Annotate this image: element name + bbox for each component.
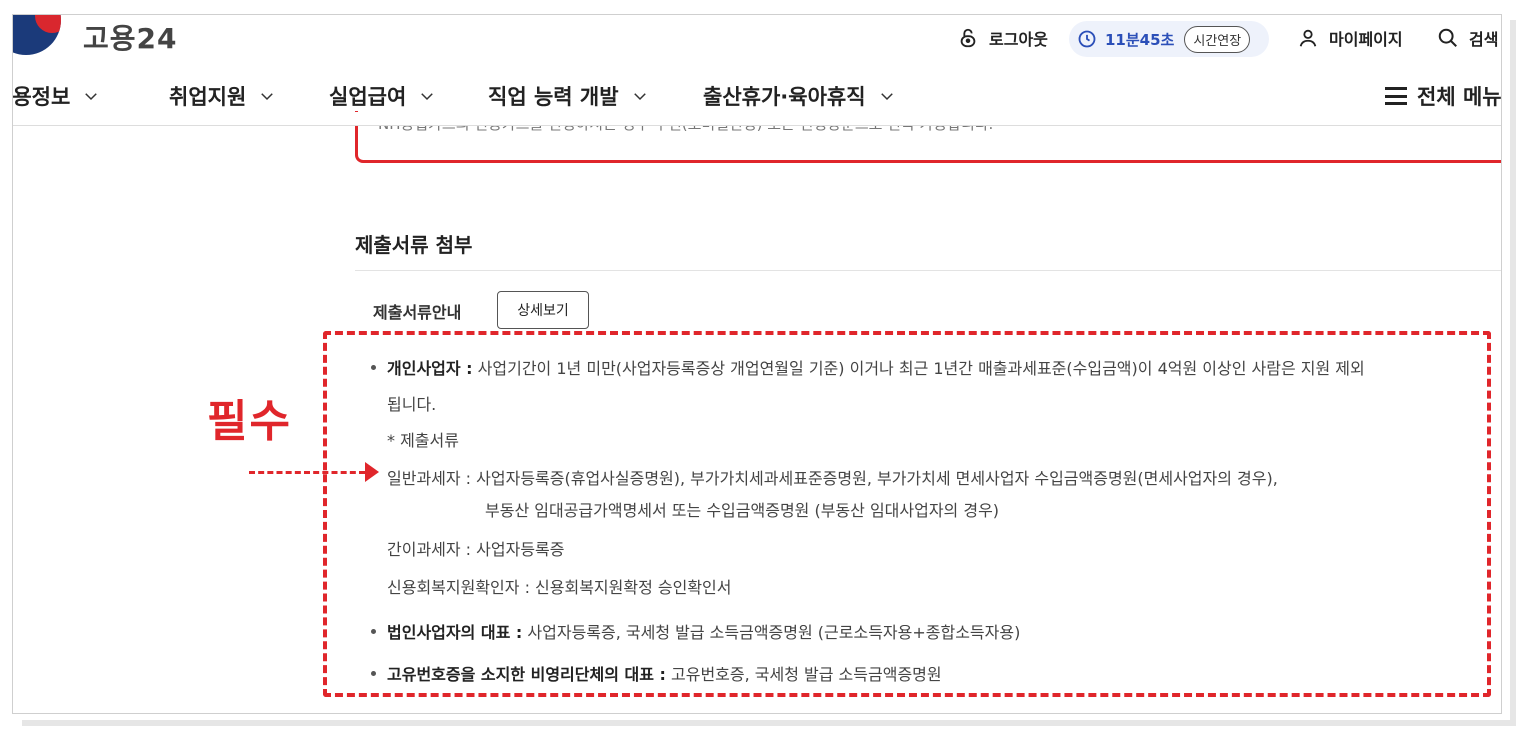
submit-docs-label: * 제출서류 (387, 431, 459, 450)
all-menu-button[interactable]: 전체 메뉴 (1385, 81, 1502, 111)
timer-value: 11분45초 (1105, 30, 1175, 49)
item-desc: 사업기간이 1년 미만(사업자등록증상 개업연월일 기준) 이거나 최근 1년간… (477, 359, 1365, 378)
nav-item-label: 채용정보 (12, 85, 71, 109)
view-details-button[interactable]: 상세보기 (497, 291, 589, 329)
nav-item-employment-support[interactable]: 취업지원 (169, 81, 276, 111)
nav-item-label: 출산휴가·육아휴직 (703, 85, 866, 109)
nav-item-parental-leave[interactable]: 출산휴가·육아휴직 (703, 81, 896, 111)
hamburger-icon (1385, 87, 1407, 105)
all-menu-label: 전체 메뉴 (1417, 85, 1502, 109)
browser-frame: 고용24 로그아웃 11분45초 시간연장 마이페이지 검색 채용정보 취업지원 (12, 14, 1502, 714)
bullet-icon (371, 671, 376, 676)
logo-icon[interactable] (13, 15, 61, 55)
bullet-icon (371, 365, 376, 370)
general-taxpayer-docs-cont: 부동산 임대공급가액명세서 또는 수입금액증명원 (부동산 임대사업자의 경우) (485, 501, 1000, 520)
list-item-continuation: 됩니다. (387, 395, 437, 414)
chevron-down-icon (880, 93, 893, 101)
list-item-corporate: 법인사업자의 대표 : 사업자등록증, 국세청 발급 소득금액증명원 (근로소득… (387, 619, 1020, 643)
list-item-individual: 개인사업자 : 사업기간이 1년 미만(사업자등록증상 개업연월일 기준) 이거… (387, 355, 1365, 379)
nav-item-jobs[interactable]: 채용정보 (12, 81, 100, 111)
general-taxpayer-docs: 일반과세자 : 사업자등록증(휴업사실증명원), 부가가치세과세표준증명원, 부… (387, 469, 1278, 488)
item-title: 고유번호증을 소지한 비영리단체의 대표 : (387, 665, 666, 684)
extend-session-button[interactable]: 시간연장 (1184, 25, 1251, 53)
nav-item-label: 직업 능력 개발 (488, 85, 619, 109)
logout-label: 로그아웃 (989, 30, 1048, 49)
nav-divider (13, 112, 1501, 126)
item-desc: 고유번호증, 국세청 발급 소득금액증명원 (671, 665, 942, 684)
list-item-nonprofit: 고유번호증을 소지한 비영리단체의 대표 : 고유번호증, 국세청 발급 소득금… (387, 661, 942, 685)
item-desc: 사업자등록증, 국세청 발급 소득금액증명원 (근로소득자용+종합소득자용) (527, 623, 1021, 642)
lock-icon (960, 28, 976, 48)
logo-text[interactable]: 고용24 (83, 17, 178, 57)
user-icon (1299, 29, 1317, 47)
arrow-right-icon (365, 462, 379, 482)
item-title: 법인사업자의 대표 : (387, 623, 523, 642)
nav-item-unemployment[interactable]: 실업급여 (329, 81, 436, 111)
mypage-link[interactable]: 마이페이지 (1297, 21, 1403, 55)
nav-item-label: 취업지원 (169, 85, 247, 109)
nav-bottom-border (13, 125, 1501, 126)
annotation-arrow-line (249, 471, 365, 474)
chevron-down-icon (85, 93, 98, 101)
chevron-down-icon (261, 93, 274, 101)
session-timer: 11분45초 시간연장 (1069, 21, 1269, 57)
logout-link[interactable]: 로그아웃 (957, 21, 1048, 55)
clock-icon (1078, 30, 1096, 48)
credit-recovery-docs: 신용회복지원확인자 : 신용회복지원확정 승인확인서 (387, 578, 732, 597)
required-annotation: 필수 (207, 396, 292, 447)
simple-taxpayer-docs: 간이과세자 : 사업자등록증 (387, 540, 565, 559)
chevron-down-icon (633, 93, 646, 101)
section-divider (355, 270, 1501, 271)
nav-item-vocational-training[interactable]: 직업 능력 개발 (488, 81, 649, 111)
nav-item-label: 실업급여 (329, 85, 407, 109)
section-title: 제출서류 첨부 (355, 233, 473, 257)
search-link[interactable]: 검색 (1437, 21, 1498, 55)
search-label: 검색 (1469, 30, 1499, 49)
search-icon (1438, 28, 1457, 47)
mypage-label: 마이페이지 (1329, 30, 1403, 49)
chevron-down-icon (421, 93, 434, 101)
submission-guide-label: 제출서류안내 (373, 303, 462, 322)
item-title: 개인사업자 : (387, 359, 473, 378)
bullet-icon (371, 629, 376, 634)
